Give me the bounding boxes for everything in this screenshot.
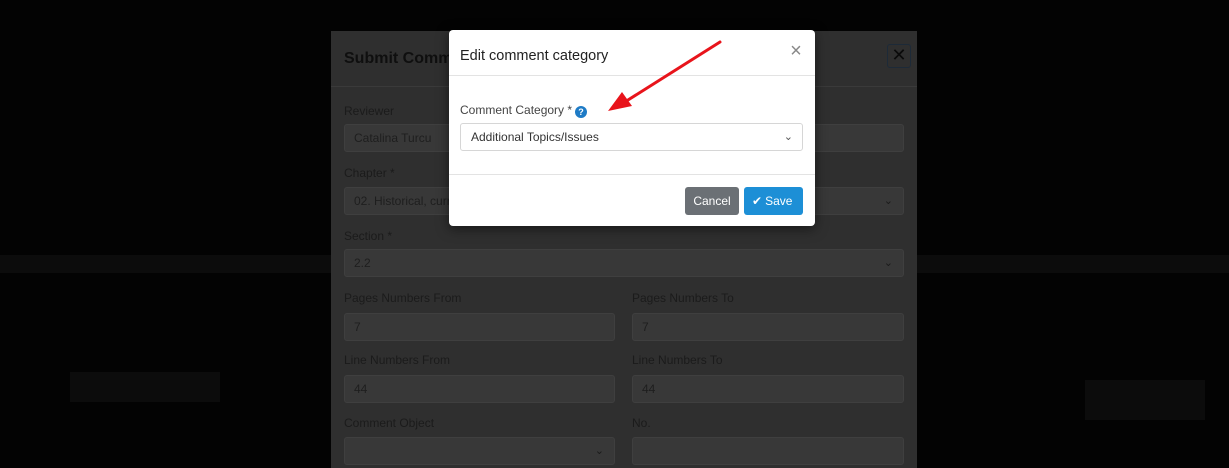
lines-from-label: Line Numbers From <box>344 353 451 367</box>
comment-object-select[interactable]: ⌄ <box>344 437 615 465</box>
cancel-button[interactable]: Cancel <box>685 187 739 215</box>
chapter-label: Chapter * <box>344 166 395 180</box>
save-button-label: Save <box>765 194 793 208</box>
comment-category-select[interactable]: Additional Topics/Issues ⌄ <box>460 123 803 151</box>
chevron-down-icon: ⌄ <box>783 131 793 143</box>
close-icon[interactable]: × <box>787 41 805 61</box>
section-label: Section * <box>344 229 393 243</box>
comment-category-value: Additional Topics/Issues <box>471 130 599 144</box>
dialog-header: Edit comment category × <box>449 30 815 76</box>
number-label: No. <box>632 416 651 430</box>
pages-from-label: Pages Numbers From <box>344 291 462 305</box>
chapter-value: 02. Historical, curre <box>354 194 458 208</box>
footer-divider <box>449 174 815 175</box>
lines-to-label: Line Numbers To <box>632 353 723 367</box>
screen: Submit Comment ✕ Reviewer Catalina Turcu… <box>0 0 1229 468</box>
comment-category-label-text: Comment Category * <box>460 103 573 117</box>
comment-category-label: Comment Category *? <box>460 103 588 118</box>
background-table-cell-right <box>1085 380 1205 420</box>
section-select[interactable]: 2.2 ⌄ <box>344 249 904 277</box>
background-page-band <box>0 255 331 273</box>
dialog-title: Edit comment category <box>460 48 609 64</box>
help-icon[interactable]: ? <box>575 106 588 118</box>
pages-to-label: Pages Numbers To <box>632 291 734 305</box>
pages-to-field[interactable]: 7 <box>632 313 904 341</box>
chevron-down-icon: ⌄ <box>594 445 604 457</box>
background-page-band-right <box>917 255 1229 273</box>
comment-object-label: Comment Object <box>344 416 435 430</box>
section-value: 2.2 <box>354 256 371 270</box>
reviewer-label: Reviewer <box>344 104 395 118</box>
save-button[interactable]: ✔ Save <box>744 187 803 215</box>
chevron-down-icon: ⌄ <box>883 195 893 207</box>
submit-comment-close-button[interactable]: ✕ <box>887 44 911 68</box>
check-icon: ✔ <box>752 194 763 208</box>
lines-to-field[interactable]: 44 <box>632 375 904 403</box>
number-field[interactable] <box>632 437 904 465</box>
edit-comment-category-dialog: Edit comment category × Comment Category… <box>449 30 815 226</box>
pages-from-field[interactable]: 7 <box>344 313 615 341</box>
chevron-down-icon: ⌄ <box>883 257 893 269</box>
lines-from-field[interactable]: 44 <box>344 375 615 403</box>
background-table-cell <box>70 372 220 402</box>
